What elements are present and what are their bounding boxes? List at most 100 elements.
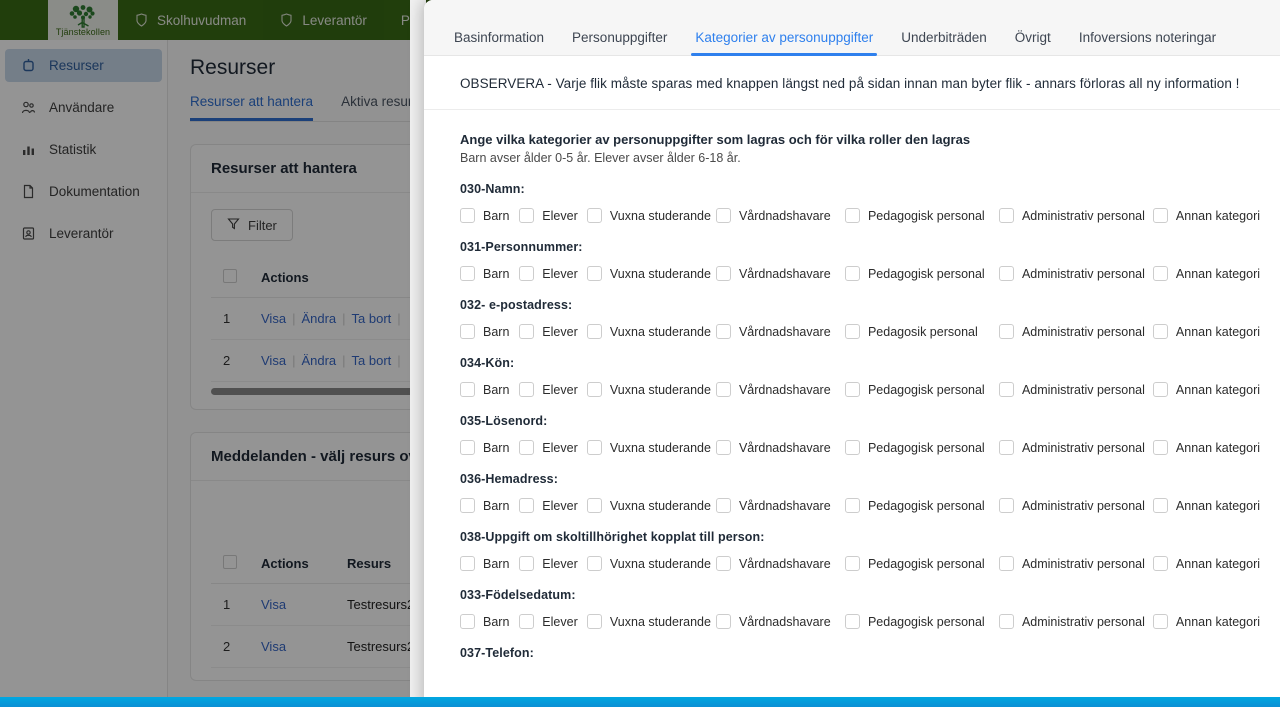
tab-personuppgifter[interactable]: Personuppgifter — [558, 30, 681, 55]
tab-basinformation[interactable]: Basinformation — [440, 30, 558, 55]
tab-infoversions-noteringar[interactable]: Infoversions noteringar — [1065, 30, 1230, 55]
checkbox-box[interactable] — [844, 614, 860, 629]
checkbox-box[interactable] — [1152, 440, 1168, 455]
checkbox-box[interactable] — [519, 614, 535, 629]
checkbox-barn[interactable]: Barn — [460, 498, 519, 513]
checkbox-box[interactable] — [519, 382, 535, 397]
checkbox-elever[interactable]: Elever — [519, 324, 587, 339]
checkbox-elever[interactable]: Elever — [519, 556, 587, 571]
checkbox-vardnadshavare[interactable]: Vårdnadshavare — [715, 556, 845, 571]
checkbox-box[interactable] — [586, 614, 602, 629]
checkbox-box[interactable] — [998, 440, 1014, 455]
checkbox-vuxna-studerande[interactable]: Vuxna studerande — [586, 498, 716, 513]
checkbox-annan-kategori[interactable]: Annan kategori — [1152, 208, 1260, 223]
checkbox-box[interactable] — [460, 614, 475, 629]
checkbox-vardnadshavare[interactable]: Vårdnadshavare — [715, 614, 845, 629]
checkbox-box[interactable] — [715, 498, 731, 513]
checkbox-box[interactable] — [586, 556, 602, 571]
checkbox-elever[interactable]: Elever — [519, 614, 587, 629]
checkbox-box[interactable] — [844, 440, 860, 455]
checkbox-vuxna-studerande[interactable]: Vuxna studerande — [586, 208, 716, 223]
checkbox-elever[interactable]: Elever — [519, 266, 587, 281]
checkbox-vuxna-studerande[interactable]: Vuxna studerande — [586, 614, 716, 629]
checkbox-box[interactable] — [844, 556, 860, 571]
checkbox-box[interactable] — [998, 208, 1014, 223]
checkbox-box[interactable] — [519, 440, 535, 455]
checkbox-barn[interactable]: Barn — [460, 208, 519, 223]
checkbox-pedagosik-personal[interactable]: Pedagosik personal — [844, 324, 999, 339]
checkbox-box[interactable] — [998, 556, 1014, 571]
checkbox-box[interactable] — [460, 498, 475, 513]
checkbox-administrativ-personal[interactable]: Administrativ personal — [998, 208, 1153, 223]
checkbox-box[interactable] — [844, 324, 860, 339]
checkbox-box[interactable] — [586, 266, 602, 281]
checkbox-box[interactable] — [715, 556, 731, 571]
checkbox-pedagogisk-personal[interactable]: Pedagogisk personal — [844, 382, 999, 397]
checkbox-box[interactable] — [1152, 382, 1168, 397]
checkbox-elever[interactable]: Elever — [519, 498, 587, 513]
checkbox-vardnadshavare[interactable]: Vårdnadshavare — [715, 440, 845, 455]
checkbox-box[interactable] — [844, 382, 860, 397]
checkbox-barn[interactable]: Barn — [460, 382, 519, 397]
checkbox-box[interactable] — [1152, 614, 1168, 629]
checkbox-box[interactable] — [519, 556, 535, 571]
checkbox-box[interactable] — [715, 440, 731, 455]
checkbox-box[interactable] — [715, 382, 731, 397]
tab-kategorier-av-personuppgifter[interactable]: Kategorier av personuppgifter — [681, 30, 887, 56]
checkbox-box[interactable] — [844, 208, 860, 223]
checkbox-vardnadshavare[interactable]: Vårdnadshavare — [715, 498, 845, 513]
checkbox-pedagogisk-personal[interactable]: Pedagogisk personal — [844, 440, 999, 455]
checkbox-box[interactable] — [519, 498, 535, 513]
checkbox-vuxna-studerande[interactable]: Vuxna studerande — [586, 382, 716, 397]
checkbox-box[interactable] — [1152, 498, 1168, 513]
checkbox-box[interactable] — [586, 382, 602, 397]
checkbox-annan-kategori[interactable]: Annan kategori — [1152, 324, 1260, 339]
checkbox-box[interactable] — [460, 266, 475, 281]
checkbox-box[interactable] — [519, 324, 535, 339]
checkbox-annan-kategori[interactable]: Annan kategori — [1152, 498, 1260, 513]
checkbox-box[interactable] — [998, 498, 1014, 513]
checkbox-vardnadshavare[interactable]: Vårdnadshavare — [715, 382, 845, 397]
checkbox-annan-kategori[interactable]: Annan kategori — [1152, 614, 1260, 629]
checkbox-box[interactable] — [715, 266, 731, 281]
checkbox-pedagogisk-personal[interactable]: Pedagogisk personal — [844, 208, 999, 223]
tab-ovrigt[interactable]: Övrigt — [1001, 30, 1065, 55]
checkbox-administrativ-personal[interactable]: Administrativ personal — [998, 382, 1153, 397]
checkbox-box[interactable] — [844, 498, 860, 513]
checkbox-barn[interactable]: Barn — [460, 440, 519, 455]
checkbox-box[interactable] — [844, 266, 860, 281]
checkbox-box[interactable] — [460, 208, 475, 223]
checkbox-annan-kategori[interactable]: Annan kategori — [1152, 382, 1260, 397]
checkbox-box[interactable] — [460, 440, 475, 455]
checkbox-vuxna-studerande[interactable]: Vuxna studerande — [586, 266, 716, 281]
checkbox-box[interactable] — [998, 614, 1014, 629]
checkbox-barn[interactable]: Barn — [460, 266, 519, 281]
checkbox-pedagogisk-personal[interactable]: Pedagogisk personal — [844, 614, 999, 629]
checkbox-box[interactable] — [715, 208, 731, 223]
checkbox-box[interactable] — [715, 614, 731, 629]
checkbox-elever[interactable]: Elever — [519, 440, 587, 455]
tab-underbitraden[interactable]: Underbiträden — [887, 30, 1001, 55]
checkbox-vuxna-studerande[interactable]: Vuxna studerande — [586, 440, 716, 455]
checkbox-vardnadshavare[interactable]: Vårdnadshavare — [715, 208, 845, 223]
checkbox-pedagogisk-personal[interactable]: Pedagogisk personal — [844, 266, 999, 281]
checkbox-administrativ-personal[interactable]: Administrativ personal — [998, 556, 1153, 571]
checkbox-annan-kategori[interactable]: Annan kategori — [1152, 440, 1260, 455]
checkbox-box[interactable] — [586, 440, 602, 455]
checkbox-annan-kategori[interactable]: Annan kategori — [1152, 556, 1260, 571]
checkbox-box[interactable] — [998, 382, 1014, 397]
checkbox-administrativ-personal[interactable]: Administrativ personal — [998, 440, 1153, 455]
checkbox-box[interactable] — [460, 382, 475, 397]
checkbox-administrativ-personal[interactable]: Administrativ personal — [998, 266, 1153, 281]
checkbox-box[interactable] — [460, 556, 475, 571]
checkbox-box[interactable] — [460, 324, 475, 339]
checkbox-pedagogisk-personal[interactable]: Pedagogisk personal — [844, 556, 999, 571]
checkbox-administrativ-personal[interactable]: Administrativ personal — [998, 614, 1153, 629]
checkbox-box[interactable] — [519, 208, 535, 223]
checkbox-vardnadshavare[interactable]: Vårdnadshavare — [715, 266, 845, 281]
checkbox-box[interactable] — [1152, 266, 1168, 281]
checkbox-pedagogisk-personal[interactable]: Pedagogisk personal — [844, 498, 999, 513]
checkbox-administrativ-personal[interactable]: Administrativ personal — [998, 498, 1153, 513]
checkbox-barn[interactable]: Barn — [460, 614, 519, 629]
checkbox-elever[interactable]: Elever — [519, 208, 587, 223]
